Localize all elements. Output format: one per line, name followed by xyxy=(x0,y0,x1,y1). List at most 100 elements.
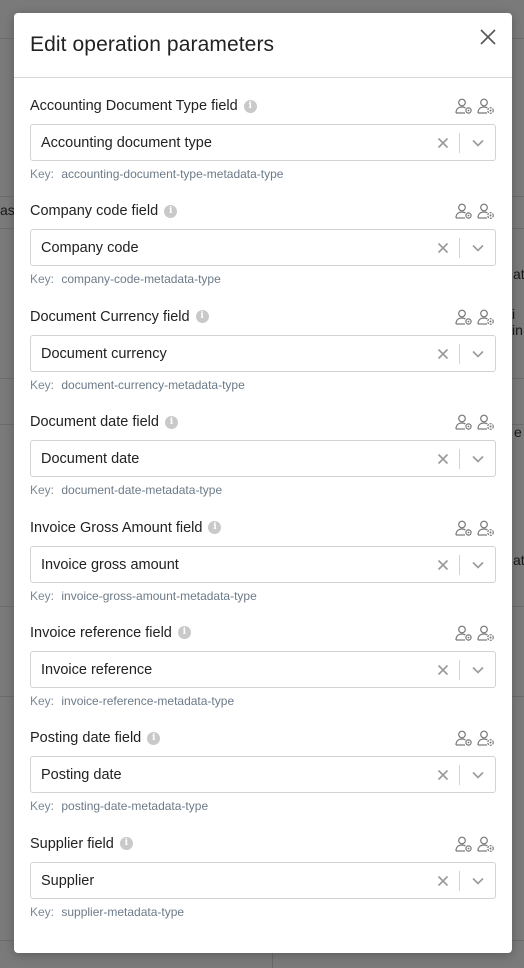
field-label-row: Document Currency field i xyxy=(30,307,496,327)
chevron-down-icon[interactable] xyxy=(471,769,485,781)
field-select[interactable]: Supplier xyxy=(30,861,496,899)
field-label: Supplier field xyxy=(30,835,114,852)
field-key: Key: document-date-metadata-type xyxy=(30,483,496,497)
info-icon[interactable]: i xyxy=(243,99,257,113)
field-label: Document date field xyxy=(30,414,159,431)
key-value: document-currency-metadata-type xyxy=(61,377,245,392)
field-select[interactable]: Accounting document type xyxy=(30,124,496,161)
key-label: Key: xyxy=(30,693,55,708)
field-label: Posting date field xyxy=(30,730,142,747)
modal-header: Edit operation parameters xyxy=(14,13,512,78)
select-separator xyxy=(459,343,460,364)
select-separator xyxy=(459,554,460,575)
clear-icon[interactable] xyxy=(436,136,450,150)
user-config-icon[interactable] xyxy=(476,623,496,643)
key-value: supplier-metadata-type xyxy=(61,904,185,919)
user-settings-icon[interactable] xyxy=(454,834,474,854)
field-select[interactable]: Company code xyxy=(30,229,496,267)
info-icon[interactable]: i xyxy=(164,415,178,429)
info-icon[interactable]: i xyxy=(164,204,178,218)
select-separator xyxy=(459,133,460,153)
chevron-down-icon[interactable] xyxy=(471,453,485,465)
select-separator xyxy=(459,765,460,786)
parameter-field-group: Invoice reference field i Invoice refere… xyxy=(30,623,496,728)
field-label: Invoice Gross Amount field xyxy=(30,519,203,536)
field-actions xyxy=(454,518,496,538)
key-label: Key: xyxy=(30,904,55,919)
chevron-down-icon[interactable] xyxy=(471,348,485,360)
field-actions xyxy=(454,96,496,116)
clear-icon[interactable] xyxy=(436,558,450,572)
field-key: Key: supplier-metadata-type xyxy=(30,905,496,919)
user-settings-icon[interactable] xyxy=(454,518,474,538)
key-label: Key: xyxy=(30,167,55,181)
key-label: Key: xyxy=(30,483,55,498)
field-actions xyxy=(454,834,496,854)
close-icon xyxy=(480,29,496,45)
chevron-down-icon[interactable] xyxy=(471,242,485,254)
select-value: Accounting document type xyxy=(41,135,212,151)
key-label: Key: xyxy=(30,272,55,287)
field-key: Key: invoice-gross-amount-metadata-type xyxy=(30,589,496,603)
user-config-icon[interactable] xyxy=(476,307,496,327)
select-value: Document date xyxy=(41,451,140,468)
field-label-row: Invoice Gross Amount field i xyxy=(30,518,496,538)
key-label: Key: xyxy=(30,799,55,814)
select-value: Invoice reference xyxy=(41,661,153,678)
parameter-field-group: Document Currency field i Document curre… xyxy=(30,307,496,412)
modal-body: Accounting Document Type field i Account… xyxy=(14,78,512,939)
user-settings-icon[interactable] xyxy=(454,96,474,116)
parameter-field-group: Supplier field i Supplier Key: supplier-… xyxy=(30,834,496,939)
info-icon[interactable]: i xyxy=(119,837,133,851)
modal-title: Edit operation parameters xyxy=(30,33,275,56)
field-actions xyxy=(454,412,496,432)
key-value: posting-date-metadata-type xyxy=(61,799,209,814)
field-key: Key: invoice-reference-metadata-type xyxy=(30,694,496,708)
field-select[interactable]: Invoice reference xyxy=(30,650,496,688)
user-config-icon[interactable] xyxy=(476,96,496,116)
field-label-row: Document date field i xyxy=(30,412,496,432)
clear-icon[interactable] xyxy=(436,347,450,361)
select-separator xyxy=(459,870,460,891)
select-separator xyxy=(459,659,460,680)
field-select[interactable]: Invoice gross amount xyxy=(30,545,496,583)
user-config-icon[interactable] xyxy=(476,728,496,748)
field-label-row: Company code field i xyxy=(30,201,496,221)
chevron-down-icon[interactable] xyxy=(471,559,485,571)
user-settings-icon[interactable] xyxy=(454,201,474,221)
user-settings-icon[interactable] xyxy=(454,307,474,327)
select-value: Invoice gross amount xyxy=(41,556,179,573)
clear-icon[interactable] xyxy=(436,874,450,888)
field-select[interactable]: Posting date xyxy=(30,756,496,794)
field-select[interactable]: Document currency xyxy=(30,334,496,372)
chevron-down-icon[interactable] xyxy=(471,664,485,676)
info-icon[interactable]: i xyxy=(147,731,161,745)
clear-icon[interactable] xyxy=(436,452,450,466)
chevron-down-icon[interactable] xyxy=(471,137,485,149)
user-config-icon[interactable] xyxy=(476,518,496,538)
key-value: invoice-gross-amount-metadata-type xyxy=(61,588,257,603)
user-settings-icon[interactable] xyxy=(454,728,474,748)
key-value: accounting-document-type-metadata-type xyxy=(61,167,284,181)
select-separator xyxy=(459,449,460,470)
field-label: Invoice reference field xyxy=(30,624,172,641)
user-config-icon[interactable] xyxy=(476,412,496,432)
parameter-field-group: Document date field i Document date Key:… xyxy=(30,412,496,517)
user-settings-icon[interactable] xyxy=(454,623,474,643)
user-settings-icon[interactable] xyxy=(454,412,474,432)
info-icon[interactable]: i xyxy=(195,310,209,324)
clear-icon[interactable] xyxy=(436,663,450,677)
field-label-row: Invoice reference field i xyxy=(30,623,496,643)
clear-icon[interactable] xyxy=(436,768,450,782)
field-label-row: Accounting Document Type field i xyxy=(30,96,496,116)
field-actions xyxy=(454,728,496,748)
clear-icon[interactable] xyxy=(436,241,450,255)
chevron-down-icon[interactable] xyxy=(471,875,485,887)
close-button[interactable] xyxy=(476,25,500,49)
parameter-field-group: Posting date field i Posting date Key: p… xyxy=(30,728,496,833)
user-config-icon[interactable] xyxy=(476,201,496,221)
info-icon[interactable]: i xyxy=(208,521,222,535)
user-config-icon[interactable] xyxy=(476,834,496,854)
info-icon[interactable]: i xyxy=(177,626,191,640)
field-select[interactable]: Document date xyxy=(30,440,496,478)
